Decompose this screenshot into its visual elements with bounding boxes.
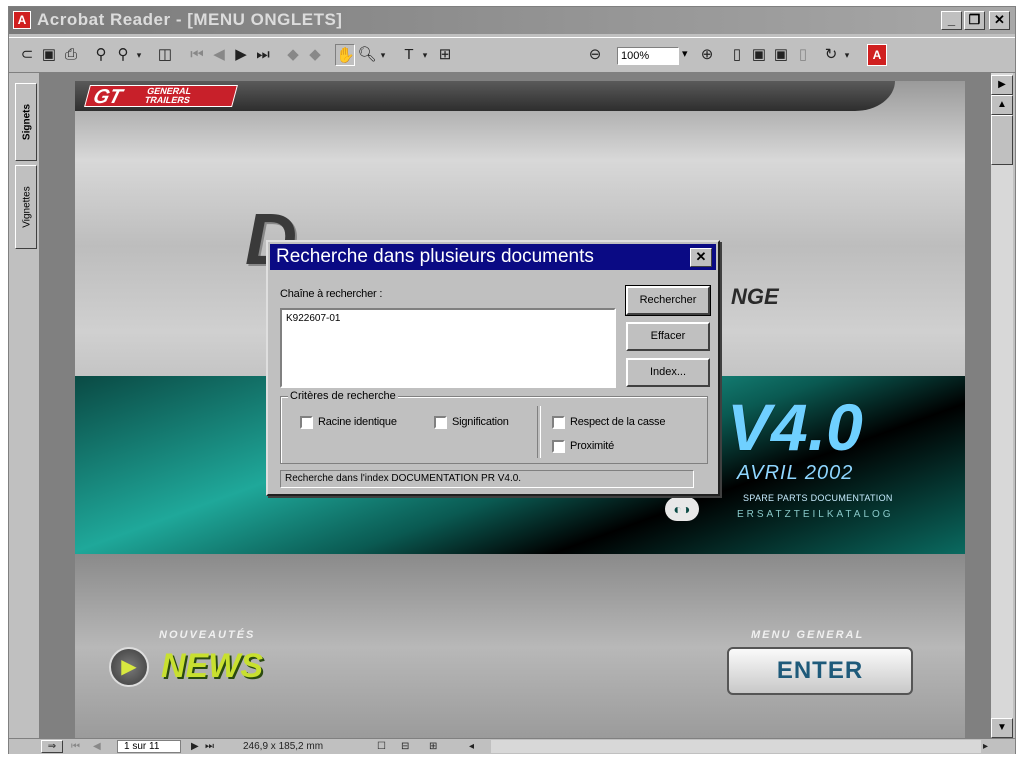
stem-label: Racine identique — [318, 416, 397, 428]
go-back-icon[interactable]: ◆ — [283, 44, 303, 66]
acrobat-online-icon[interactable]: A — [867, 44, 887, 66]
tab-thumbnails[interactable]: Vignettes — [15, 165, 37, 249]
close-button[interactable]: ✕ — [989, 11, 1010, 30]
tab-bookmarks-label: Signets — [21, 103, 33, 141]
first-page-icon[interactable]: ⏮ — [187, 44, 207, 66]
zoom-in-icon[interactable]: ⊕ — [697, 44, 717, 66]
version-label: V4.0 — [727, 390, 863, 464]
logo-brand: GT — [90, 86, 125, 108]
criteria-separator — [537, 406, 541, 458]
release-date: AVRIL 2002 — [737, 462, 854, 484]
match-case-checkbox[interactable] — [552, 416, 565, 429]
horizontal-scrollbar[interactable] — [491, 740, 981, 753]
status-previous-page-icon[interactable]: ◀ — [93, 739, 101, 754]
scroll-right-arrow-icon[interactable]: ▶ — [991, 75, 1013, 95]
meaning-label: Signification — [452, 416, 509, 428]
enter-button[interactable]: ENTER — [727, 647, 913, 695]
rotate-icon[interactable]: ↻ — [821, 44, 841, 66]
text-dropdown-icon[interactable]: ▾ — [419, 44, 431, 66]
menu-heading: MENU GENERAL — [751, 629, 865, 641]
logo-text: GENERAL TRAILERS — [143, 86, 193, 105]
navigation-tabs: Signets Vignettes — [9, 73, 39, 738]
bottom-panel — [75, 554, 965, 738]
text-select-icon[interactable]: T — [399, 44, 419, 66]
clear-button[interactable]: Effacer — [626, 322, 710, 351]
title-bar[interactable]: A Acrobat Reader - [MENU ONGLETS] _ ❐ ✕ — [9, 7, 1015, 34]
proximity-checkbox[interactable] — [552, 440, 565, 453]
rotate-dropdown-icon[interactable]: ▾ — [841, 44, 853, 66]
save-icon[interactable]: ▣ — [39, 44, 59, 66]
ersatz-label: ERSATZTEILKATALOG — [737, 509, 894, 520]
play-icon[interactable]: ▶ — [109, 647, 149, 687]
zoom-out-icon[interactable]: ⊖ — [585, 44, 605, 66]
print-icon[interactable]: ⎙ — [61, 44, 81, 66]
single-page-icon[interactable]: ☐ — [377, 739, 386, 754]
meaning-checkbox[interactable] — [434, 416, 447, 429]
actual-size-icon[interactable]: ▯ — [727, 44, 747, 66]
restore-button[interactable]: ❐ — [964, 11, 985, 30]
fit-visible-icon[interactable]: ▯ — [793, 44, 813, 66]
general-trailers-logo: GT GENERAL TRAILERS — [84, 85, 238, 108]
criteria-group — [280, 396, 708, 464]
previous-page-icon[interactable]: ◀ — [209, 44, 229, 66]
navigation-pane-toggle-icon[interactable]: ⇒ — [41, 740, 63, 753]
status-first-page-icon[interactable]: ⏮ — [71, 739, 80, 754]
minimize-button[interactable]: _ — [941, 11, 962, 30]
zoom-level-field[interactable]: 100% — [617, 47, 679, 65]
open-icon[interactable]: ⊂ — [17, 44, 37, 66]
hand-tool-icon[interactable]: ✋ — [335, 44, 355, 66]
search-input[interactable]: K922607-01 — [280, 308, 616, 388]
search-icon[interactable]: ⚲ — [113, 44, 133, 66]
news-button[interactable]: NEWS — [161, 647, 263, 686]
zoom-dropdown-icon[interactable]: ▾ — [377, 44, 389, 66]
news-heading: NOUVEAUTÉS — [159, 629, 256, 641]
dialog-status: Recherche dans l'index DOCUMENTATION PR … — [280, 470, 694, 488]
fit-page-icon[interactable]: ▣ — [749, 44, 769, 66]
search-label: Chaîne à rechercher : — [280, 288, 383, 300]
find-icon[interactable]: ⚲ — [91, 44, 111, 66]
match-case-label: Respect de la casse — [570, 416, 666, 428]
continuous-facing-icon[interactable]: ⊞ — [429, 739, 437, 754]
page-number-field[interactable]: 1 sur 11 — [117, 740, 181, 753]
last-page-icon[interactable]: ⏭ — [253, 44, 273, 66]
spare-parts-label: SPARE PARTS DOCUMENTATION — [743, 493, 893, 503]
dialog-title-bar[interactable]: Recherche dans plusieurs documents ✕ — [270, 244, 716, 270]
scroll-up-arrow-icon[interactable]: ▲ — [991, 95, 1013, 115]
zoom-tool-icon[interactable]: 🔍︎ — [357, 44, 377, 66]
search-button[interactable]: Rechercher — [625, 285, 711, 316]
go-forward-icon[interactable]: ◆ — [305, 44, 325, 66]
status-scroll-left-icon[interactable]: ◂ — [469, 739, 474, 754]
show-navigation-icon[interactable]: ◫ — [155, 44, 175, 66]
graphics-select-icon[interactable]: ⊞ — [435, 44, 455, 66]
status-bar: ⇒ ⏮ ◀ 1 sur 11 ▶ ⏭ 246,9 x 185,2 mm ☐ ⊟ … — [9, 738, 1015, 754]
vertical-scrollbar[interactable]: ▶ ▲ ▼ — [991, 73, 1013, 738]
search-dropdown-icon[interactable]: ▾ — [133, 44, 145, 66]
next-page-icon[interactable]: ▶ — [231, 44, 251, 66]
toolbar: ⊂ ▣ ⎙ ⚲ ⚲ ▾ ◫ ⏮ ◀ ▶ ⏭ ◆ ◆ ✋ 🔍︎ ▾ T ▾ ⊞ ⊖… — [9, 37, 1015, 73]
ersatz-icon: ◐◑ — [665, 497, 699, 521]
dialog-title: Recherche dans plusieurs documents — [276, 246, 594, 267]
window-title: Acrobat Reader - [MENU ONGLETS] — [37, 10, 343, 29]
index-button[interactable]: Index... — [626, 358, 710, 387]
continuous-icon[interactable]: ⊟ — [401, 739, 409, 754]
scroll-down-arrow-icon[interactable]: ▼ — [991, 718, 1013, 738]
page-dimensions: 246,9 x 185,2 mm — [243, 741, 324, 752]
stem-checkbox[interactable] — [300, 416, 313, 429]
acrobat-app-icon[interactable]: A — [13, 11, 31, 29]
search-dialog: Recherche dans plusieurs documents ✕ Cha… — [266, 240, 720, 496]
fit-width-icon[interactable]: ▣ — [771, 44, 791, 66]
tab-thumbnails-label: Vignettes — [21, 186, 33, 228]
documentation-subtitle: NGE — [731, 284, 779, 309]
zoom-level-dropdown-icon[interactable]: ▾ — [682, 47, 688, 60]
proximity-label: Proximité — [570, 440, 615, 452]
tab-bookmarks[interactable]: Signets — [15, 83, 37, 161]
status-scroll-right-icon[interactable]: ▸ — [983, 739, 988, 754]
scroll-thumb[interactable] — [991, 115, 1013, 165]
status-last-page-icon[interactable]: ⏭ — [205, 739, 214, 754]
dialog-close-icon[interactable]: ✕ — [690, 248, 712, 267]
status-next-page-icon[interactable]: ▶ — [191, 739, 199, 754]
criteria-label: Critères de recherche — [288, 390, 398, 402]
